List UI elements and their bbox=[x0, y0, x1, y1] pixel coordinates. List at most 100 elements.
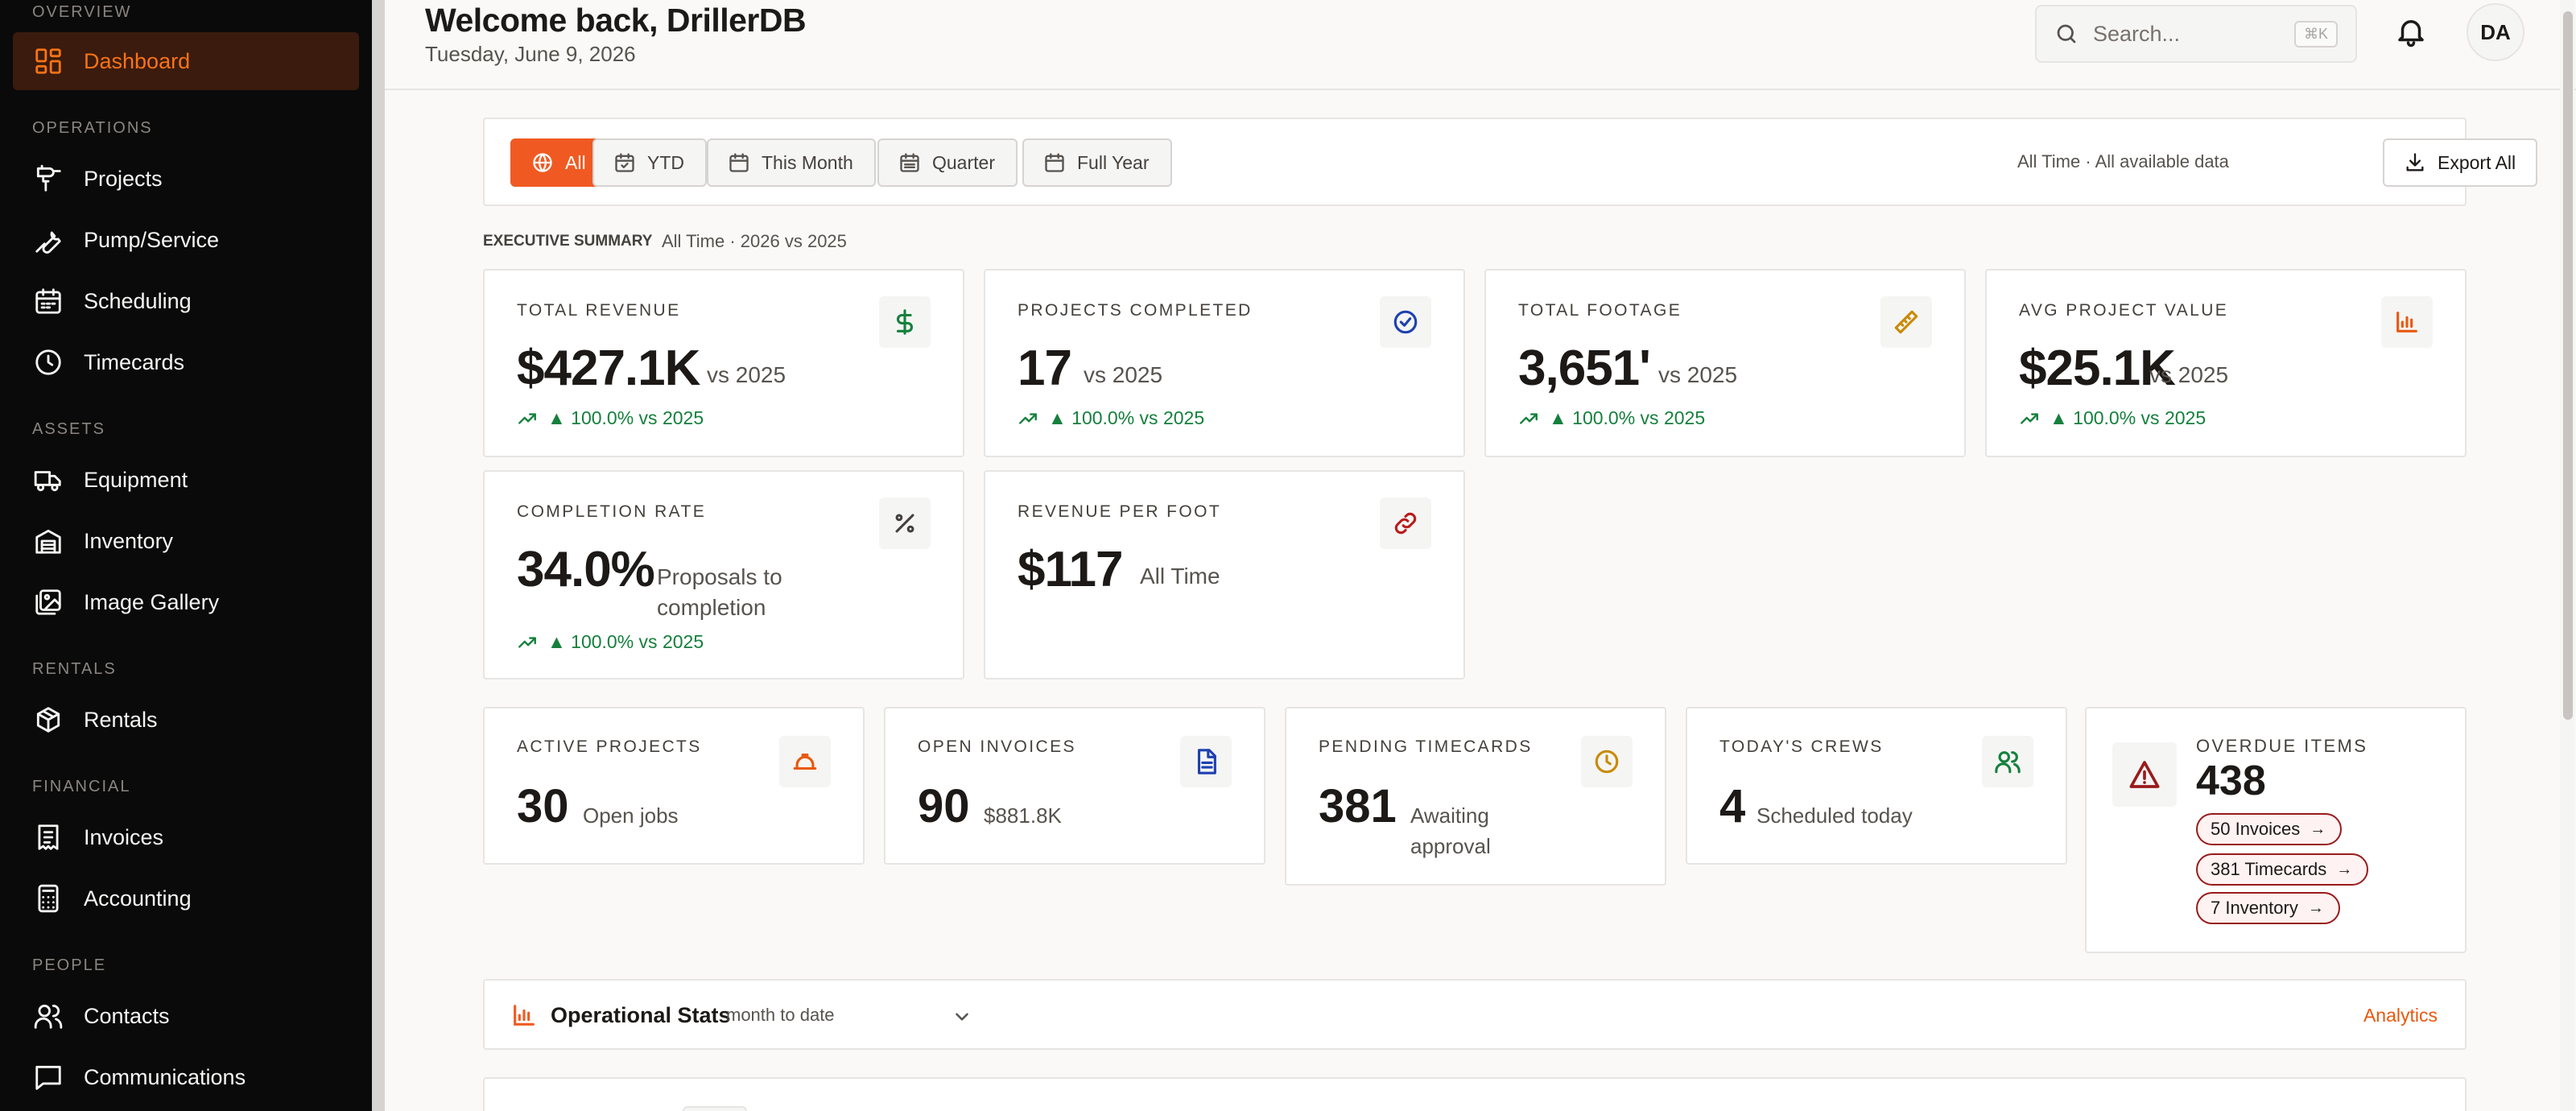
overdue-title: OVERDUE ITEMS bbox=[2196, 736, 2368, 756]
ops-title: PENDING TIMECARDS bbox=[1319, 737, 1533, 756]
kpi-title: REVENUE PER FOOT bbox=[1018, 502, 1222, 521]
kpi-sub: vs 2025 bbox=[1084, 362, 1163, 387]
drill-icon bbox=[32, 163, 64, 195]
overdue-timecards-pill[interactable]: 381 Timecards → bbox=[2196, 853, 2369, 886]
sidebar-item-rentals[interactable]: Rentals bbox=[13, 691, 359, 749]
sidebar-item-label: Invoices bbox=[84, 824, 164, 849]
kpi-trend: ▲ 100.0% vs 2025 bbox=[2019, 407, 2206, 429]
kpi-title: PROJECTS COMPLETED bbox=[1018, 301, 1253, 320]
ops-title: OPEN INVOICES bbox=[918, 737, 1076, 756]
kpi-trend: ▲ 100.0% vs 2025 bbox=[517, 631, 704, 653]
image-icon bbox=[32, 586, 64, 618]
overdue-inventory-pill[interactable]: 7 Inventory → bbox=[2196, 892, 2340, 924]
kpi-trend-text: ▲ 100.0% vs 2025 bbox=[1048, 407, 1205, 428]
overdue-invoices-pill[interactable]: 50 Invoices → bbox=[2196, 813, 2343, 845]
sidebar-item-label: Accounting bbox=[84, 886, 192, 911]
operational-stats-title: Operational Stats bbox=[551, 1003, 731, 1027]
sidebar-item-communications[interactable]: Communications bbox=[13, 1048, 359, 1106]
overdue-count: 438 bbox=[2196, 758, 2266, 804]
sidebar-item-accounting[interactable]: Accounting bbox=[13, 869, 359, 927]
ops-title: ACTIVE PROJECTS bbox=[517, 737, 702, 756]
wrench-icon bbox=[32, 224, 64, 256]
ops-card-pending-timecards[interactable]: PENDING TIMECARDS 381 Awaiting approval bbox=[1285, 707, 1666, 886]
search-input[interactable]: Search... ⌘K bbox=[2035, 5, 2357, 63]
kpi-title: AVG PROJECT VALUE bbox=[2019, 301, 2229, 320]
kpi-trend-text: ▲ 100.0% vs 2025 bbox=[547, 407, 704, 428]
message-icon bbox=[32, 1061, 64, 1093]
filter-quarter-button[interactable]: Quarter bbox=[877, 138, 1018, 187]
sidebar-item-label: Contacts bbox=[84, 1003, 170, 1028]
sidebar-item-scheduling[interactable]: Scheduling bbox=[13, 272, 359, 330]
kpi-sub: Proposals to completion bbox=[657, 564, 782, 620]
filter-full-year-button[interactable]: Full Year bbox=[1022, 138, 1172, 187]
notifications-button[interactable] bbox=[2394, 14, 2429, 50]
calendar-icon bbox=[1045, 153, 1064, 172]
scrollbar-thumb[interactable] bbox=[2563, 11, 2573, 720]
kpi-trend: ▲ 100.0% vs 2025 bbox=[1018, 407, 1204, 429]
arrow-right-icon: → bbox=[2336, 860, 2353, 878]
sidebar-item-timecards[interactable]: Timecards bbox=[13, 333, 359, 391]
ops-card-todays-crews[interactable]: TODAY'S CREWS 4 Scheduled today bbox=[1686, 707, 2067, 865]
pill-label: 50 Invoices bbox=[2211, 819, 2301, 839]
search-shortcut: ⌘K bbox=[2293, 21, 2338, 47]
kpi-card-total-footage[interactable]: TOTAL FOOTAGE 3,651' vs 2025 ▲ 100.0% vs… bbox=[1484, 269, 1966, 457]
package-icon bbox=[32, 704, 64, 736]
kpi-card-completion-rate[interactable]: COMPLETION RATE 34.0% Proposals to compl… bbox=[483, 470, 964, 679]
sidebar-item-contacts[interactable]: Contacts bbox=[13, 987, 359, 1045]
sidebar-item-label: Image Gallery bbox=[84, 589, 220, 614]
section-label-rentals: RENTALS bbox=[32, 660, 117, 678]
header: Welcome back, DrillerDB Tuesday, June 9,… bbox=[385, 0, 2576, 90]
export-all-button[interactable]: Export All bbox=[2383, 138, 2537, 187]
kpi-card-projects-completed[interactable]: PROJECTS COMPLETED 17 vs 2025 ▲ 100.0% v… bbox=[984, 269, 1465, 457]
sidebar-item-label: Equipment bbox=[84, 467, 188, 492]
kpi-card-revenue-per-foot[interactable]: REVENUE PER FOOT $117 All Time bbox=[984, 470, 1465, 679]
ops-value: 381 bbox=[1319, 780, 1397, 832]
operational-stats-header[interactable]: Operational Stats month to date Analytic… bbox=[483, 979, 2467, 1050]
ruler-icon bbox=[1880, 296, 1932, 348]
kpi-value: 34.0% bbox=[517, 542, 655, 597]
ops-card-open-invoices[interactable]: OPEN INVOICES 90 $881.8K bbox=[884, 707, 1265, 865]
chevron-down-icon[interactable] bbox=[952, 1006, 972, 1027]
kpi-title: COMPLETION RATE bbox=[517, 502, 707, 521]
filter-label: This Month bbox=[762, 151, 853, 173]
filter-ytd-button[interactable]: YTD bbox=[592, 138, 707, 187]
sidebar-item-label: Inventory bbox=[84, 528, 174, 553]
users-icon bbox=[1982, 736, 2033, 787]
ops-card-active-projects[interactable]: ACTIVE PROJECTS 30 Open jobs bbox=[483, 707, 865, 865]
kpi-card-avg-project-value[interactable]: AVG PROJECT VALUE $25.1K vs 2025 ▲ 100.0… bbox=[1985, 269, 2467, 457]
clock-icon bbox=[1581, 736, 1633, 787]
sidebar-item-dashboard[interactable]: Dashboard bbox=[13, 32, 359, 90]
kpi-title: TOTAL REVENUE bbox=[517, 301, 681, 320]
analytics-link[interactable]: Analytics bbox=[2363, 1005, 2438, 1026]
pill-label: 7 Inventory bbox=[2211, 898, 2298, 918]
kpi-card-total-revenue[interactable]: TOTAL REVENUE $427.1K vs 2025 ▲ 100.0% v… bbox=[483, 269, 964, 457]
kpi-trend-text: ▲ 100.0% vs 2025 bbox=[2050, 407, 2207, 428]
dashboard-icon bbox=[32, 45, 64, 77]
arrow-right-icon: → bbox=[2307, 898, 2324, 917]
section-label-financial: FINANCIAL bbox=[32, 778, 131, 795]
range-description: All Time · All available data bbox=[2017, 151, 2229, 171]
check-circle-icon bbox=[1380, 296, 1431, 348]
kpi-sub: All Time bbox=[1140, 564, 1220, 589]
sidebar-item-label: Scheduling bbox=[84, 288, 192, 313]
next-section-control[interactable] bbox=[683, 1106, 747, 1111]
download-icon bbox=[2406, 153, 2424, 171]
calculator-icon bbox=[32, 882, 64, 915]
search-icon bbox=[2057, 24, 2076, 43]
sidebar-item-inventory[interactable]: Inventory bbox=[13, 512, 359, 570]
ops-sub: Open jobs bbox=[583, 803, 679, 828]
sidebar-item-projects[interactable]: Projects bbox=[13, 150, 359, 208]
filter-label: All bbox=[565, 151, 586, 173]
avatar[interactable]: DA bbox=[2467, 3, 2524, 61]
kpi-sub: vs 2025 bbox=[2149, 362, 2229, 387]
sidebar-divider bbox=[372, 0, 385, 1111]
ops-value: 90 bbox=[918, 780, 970, 832]
ops-value: 4 bbox=[1719, 780, 1746, 832]
sidebar-item-label: Pump/Service bbox=[84, 227, 220, 252]
sidebar-item-invoices[interactable]: Invoices bbox=[13, 808, 359, 866]
sidebar-item-equipment[interactable]: Equipment bbox=[13, 451, 359, 509]
sidebar-item-image-gallery[interactable]: Image Gallery bbox=[13, 573, 359, 631]
kpi-trend-text: ▲ 100.0% vs 2025 bbox=[1549, 407, 1706, 428]
filter-this-month-button[interactable]: This Month bbox=[707, 138, 876, 187]
sidebar-item-pump-service[interactable]: Pump/Service bbox=[13, 211, 359, 269]
